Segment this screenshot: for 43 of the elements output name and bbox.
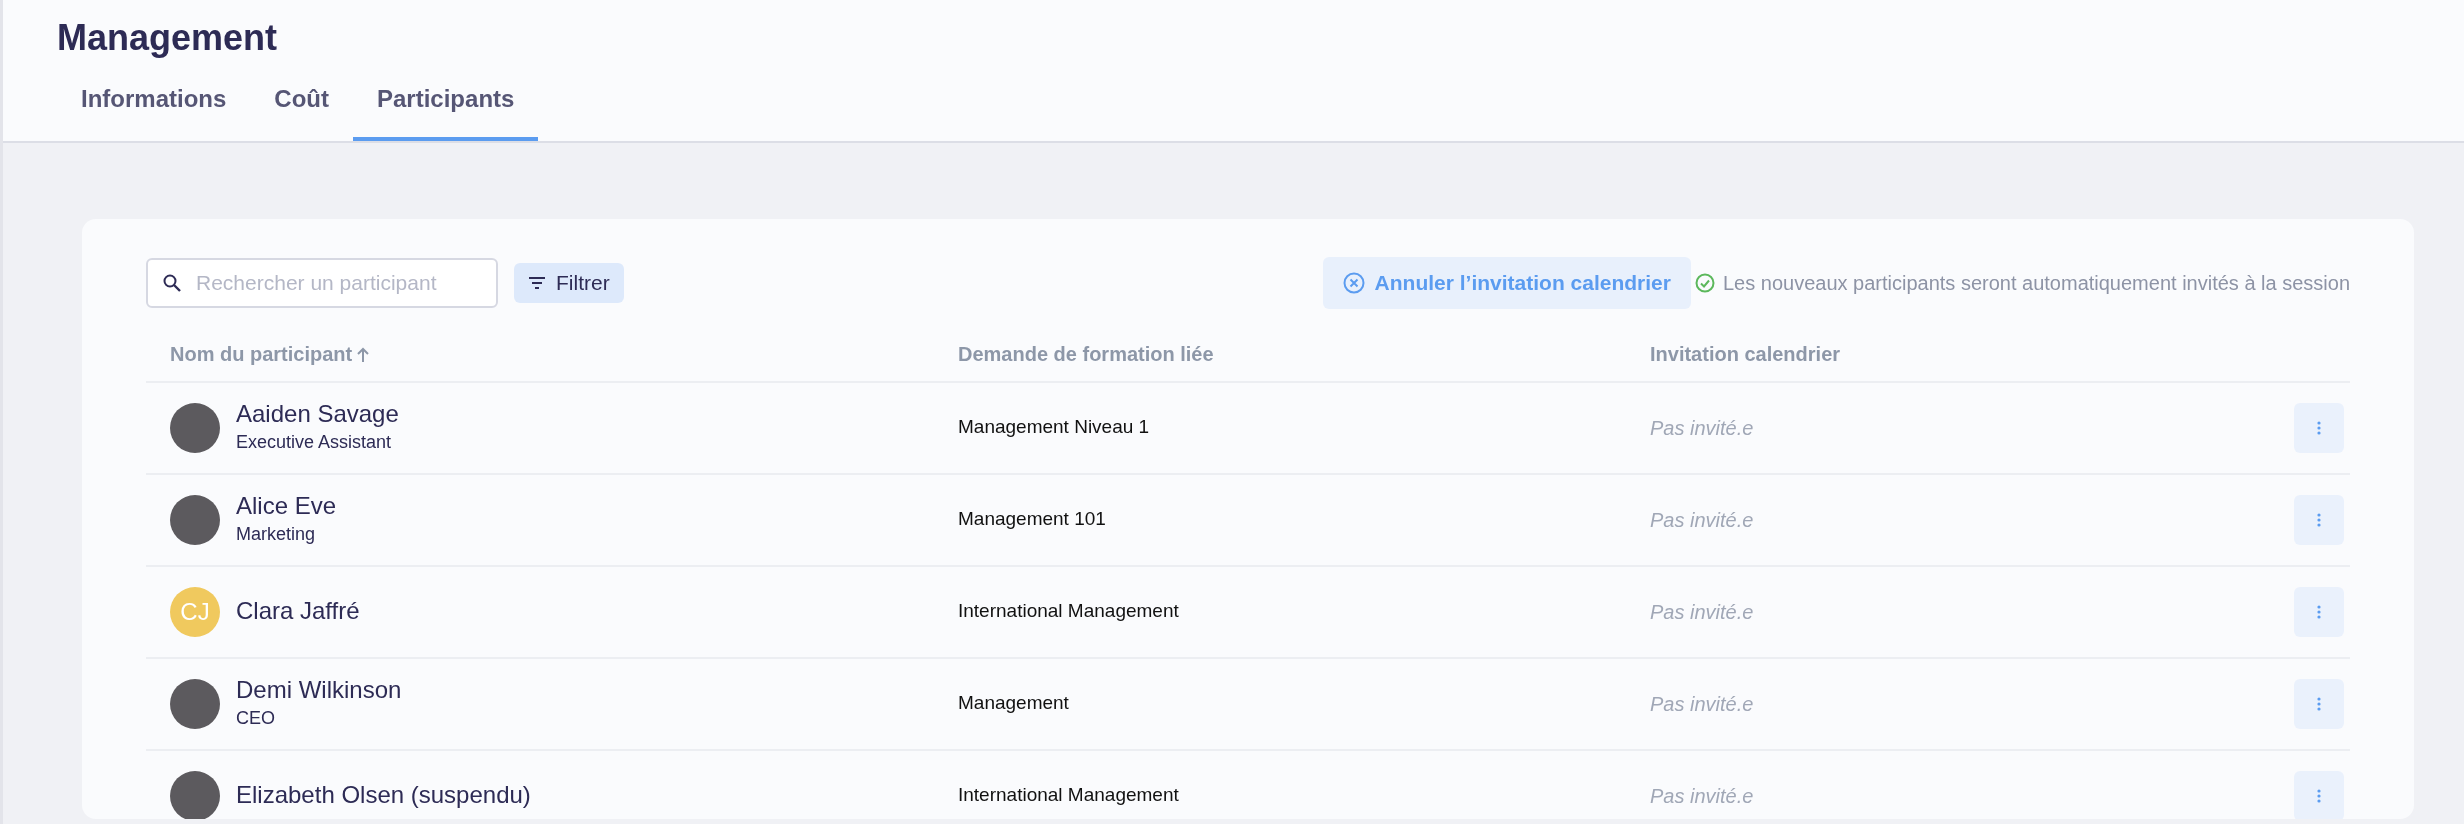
participant-name: Demi Wilkinson xyxy=(236,675,402,705)
close-circle-icon xyxy=(1342,271,1365,294)
filter-icon xyxy=(528,275,546,290)
search-field[interactable]: Rechercher un participant xyxy=(146,257,498,308)
participant-role: CEO xyxy=(236,706,276,730)
more-vertical-icon xyxy=(2317,696,2321,711)
training-request: Management 101 xyxy=(958,507,1106,532)
more-button[interactable] xyxy=(2294,678,2344,729)
photo-placeholder xyxy=(170,678,220,729)
participant-role: Executive Assistant xyxy=(236,430,393,454)
avatar: CJ xyxy=(170,586,220,637)
invitation-status: Pas invité.e xyxy=(1650,599,1754,625)
participant-name: Clara Jaffré xyxy=(236,597,360,627)
participant-role: Marketing xyxy=(236,522,317,546)
participant-name: Aaiden Savage xyxy=(236,399,399,429)
more-vertical-icon xyxy=(2317,788,2321,803)
tab[interactable]: Participants xyxy=(353,81,539,142)
more-vertical-icon xyxy=(2317,604,2321,619)
invitation-status: Pas invité.e xyxy=(1650,507,1754,533)
training-request: International Management xyxy=(958,599,1179,624)
more-vertical-icon xyxy=(2317,512,2321,527)
invitation-status: Pas invité.e xyxy=(1650,783,1754,809)
participant-name: Alice Eve xyxy=(236,491,337,521)
tab[interactable]: Coût xyxy=(250,81,353,142)
training-request: International Management xyxy=(958,783,1179,808)
filter-button[interactable]: Filtrer xyxy=(514,263,624,303)
more-button[interactable] xyxy=(2294,770,2344,820)
more-button[interactable] xyxy=(2294,494,2344,545)
photo-placeholder xyxy=(170,494,220,545)
invitation-status: Pas invité.e xyxy=(1650,415,1754,441)
invitation-status: Pas invité.e xyxy=(1650,691,1754,717)
more-vertical-icon xyxy=(2317,420,2321,435)
tab[interactable]: Informations xyxy=(57,81,251,142)
more-button[interactable] xyxy=(2294,586,2344,637)
more-button[interactable] xyxy=(2294,402,2344,453)
notice-text: Les nouveaux participants seront automatiquement invités à la session xyxy=(1722,270,2350,296)
training-request: Management Niveau 1 xyxy=(958,415,1150,440)
photo-placeholder xyxy=(170,402,220,453)
page-title: Management xyxy=(57,16,279,60)
photo-placeholder xyxy=(170,770,220,820)
participant-name: Elizabeth Olsen (suspendu) xyxy=(236,781,531,811)
check-circle-icon xyxy=(1694,272,1715,293)
training-request: Management xyxy=(958,691,1069,716)
